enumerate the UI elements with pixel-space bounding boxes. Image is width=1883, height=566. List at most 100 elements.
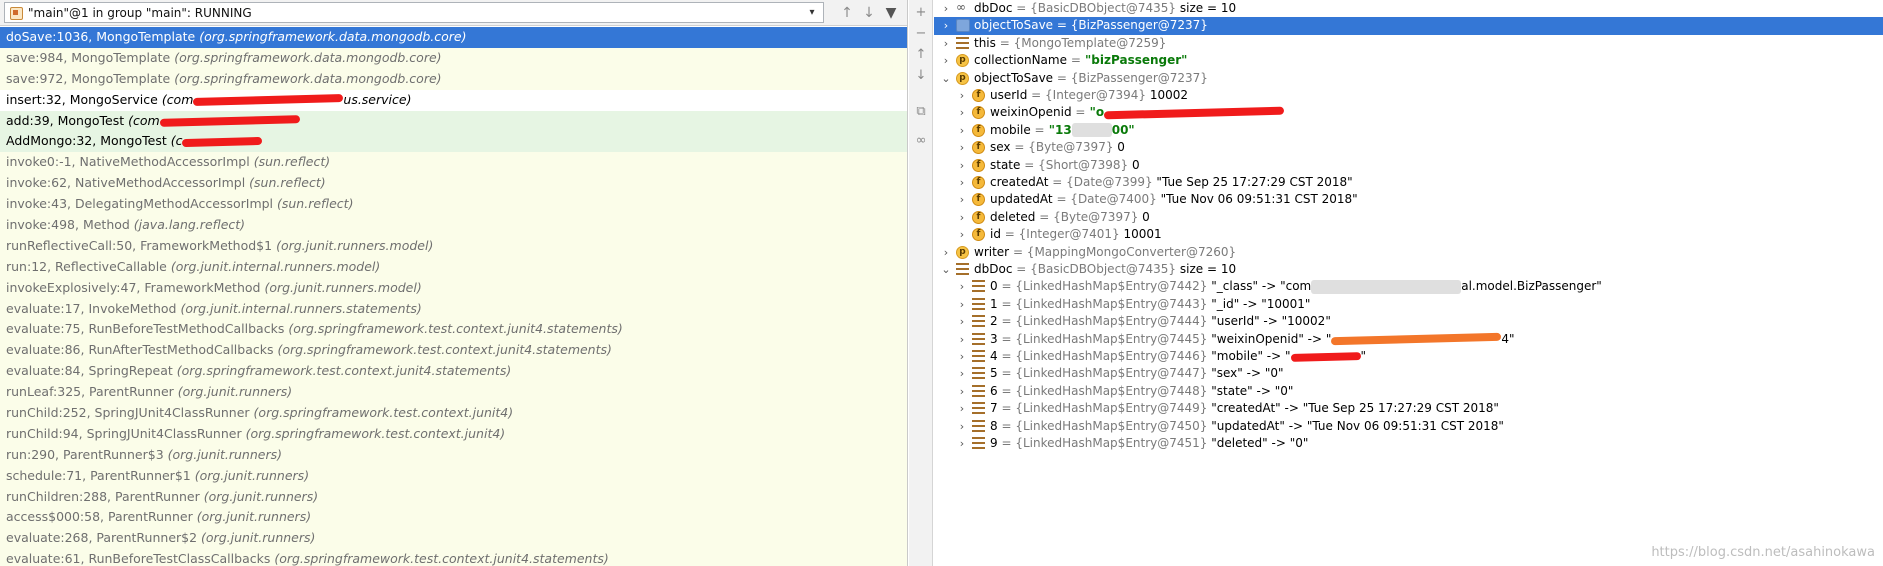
variable-row[interactable]: › 2 = {LinkedHashMap$Entry@7444} "userId"… xyxy=(934,313,1883,330)
frame-package: (org.junit.internal.runners.statements) xyxy=(180,300,422,316)
glasses-icon[interactable]: ∞ xyxy=(912,132,930,150)
list-icon xyxy=(956,263,969,276)
stack-frame[interactable]: run:12, ReflectiveCallable (org.junit.in… xyxy=(0,256,907,278)
frame-method: invoke0:-1, NativeMethodAccessorImpl xyxy=(6,154,254,170)
frame-package: (org.junit.runners) xyxy=(194,467,310,483)
list-icon xyxy=(972,437,985,450)
stack-frame[interactable]: evaluate:75, RunBeforeTestMethodCallback… xyxy=(0,319,907,341)
variable-row[interactable]: › ∞ dbDoc = {BasicDBObject@7435} size = 10 xyxy=(934,0,1883,17)
variable-name: 6 xyxy=(990,383,998,398)
stack-frame[interactable]: runChild:94, SpringJUnit4ClassRunner (or… xyxy=(0,423,907,445)
variable-row[interactable]: › 6 = {LinkedHashMap$Entry@7448} "state" … xyxy=(934,383,1883,400)
variable-type: = {Integer@7401} xyxy=(1004,227,1120,242)
stack-frame[interactable]: save:984, MongoTemplate (org.springframe… xyxy=(0,47,907,69)
frame-method: invoke:43, DelegatingMethodAccessorImpl xyxy=(6,196,277,212)
variable-row[interactable]: › objectToSave = {BizPassenger@7237} xyxy=(934,17,1883,35)
variable-name: 0 xyxy=(990,279,998,294)
stack-frame[interactable]: invoke:62, NativeMethodAccessorImpl (sun… xyxy=(0,173,907,195)
stack-frame[interactable]: evaluate:17, InvokeMethod (org.junit.int… xyxy=(0,298,907,320)
variable-row[interactable]: › 8 = {LinkedHashMap$Entry@7450} "updated… xyxy=(934,418,1883,435)
arrow-down-icon[interactable]: ↓ xyxy=(912,67,930,85)
variable-row[interactable]: › 4 = {LinkedHashMap$Entry@7446} "mobile"… xyxy=(934,348,1883,365)
arrow-up-icon[interactable]: ↑ xyxy=(838,4,856,22)
frame-package: (sun.reflect) xyxy=(253,154,331,170)
stack-frame[interactable]: insert:32, MongoService (com us.service) xyxy=(0,89,907,111)
field-icon: f xyxy=(972,106,985,120)
arrow-up-icon[interactable]: ↑ xyxy=(912,46,930,64)
variable-text: dbDoc = {BasicDBObject@7435} size = 10 xyxy=(974,0,1236,17)
variable-row[interactable]: › p collectionName = "bizPassenger" xyxy=(934,52,1883,69)
stack-frame[interactable]: schedule:71, ParentRunner$1 (org.junit.r… xyxy=(0,465,907,487)
variable-row[interactable]: › f weixinOpenid = "o xyxy=(934,104,1883,121)
thread-selector[interactable]: "main"@1 in group "main": RUNNING ▾ xyxy=(4,2,824,23)
variable-row[interactable]: › f mobile = "13 00" xyxy=(934,122,1883,139)
plus-icon[interactable]: + xyxy=(912,4,930,22)
variable-row[interactable]: ⌄ dbDoc = {BasicDBObject@7435} size = 10 xyxy=(934,261,1883,278)
field-icon: f xyxy=(972,210,985,224)
parameter-icon: p xyxy=(956,54,969,68)
variable-type: = {LinkedHashMap$Entry@7448} xyxy=(1001,383,1208,398)
variable-row[interactable]: › 9 = {LinkedHashMap$Entry@7451} "deleted… xyxy=(934,435,1883,452)
variable-value: 10001 xyxy=(1119,227,1162,242)
variable-name: mobile xyxy=(990,122,1031,137)
variable-row[interactable]: › 7 = {LinkedHashMap$Entry@7449} "created… xyxy=(934,400,1883,417)
variable-name: collectionName xyxy=(974,53,1067,68)
variable-row[interactable]: › f state = {Short@7398} 0 xyxy=(934,157,1883,174)
field-icon: f xyxy=(972,141,985,155)
frame-method: invoke:498, Method xyxy=(6,217,134,233)
variable-name: 3 xyxy=(990,331,998,346)
variable-value: "weixinOpenid" -> " xyxy=(1207,331,1332,346)
stack-frame[interactable]: run:290, ParentRunner$3 (org.junit.runne… xyxy=(0,444,907,466)
stack-frame[interactable]: invoke0:-1, NativeMethodAccessorImpl (su… xyxy=(0,152,907,174)
stack-frame[interactable]: evaluate:86, RunAfterTestMethodCallbacks… xyxy=(0,340,907,362)
frame-package-tail: us.service) xyxy=(343,91,412,107)
stack-frame[interactable]: evaluate:61, RunBeforeTestClassCallbacks… xyxy=(0,549,907,566)
filter-icon[interactable]: ▼ xyxy=(882,4,900,22)
stack-frame[interactable]: runChildren:288, ParentRunner (org.junit… xyxy=(0,486,907,508)
variable-text: 3 = {LinkedHashMap$Entry@7445} "weixinOp… xyxy=(990,331,1515,348)
stack-frame[interactable]: invoke:43, DelegatingMethodAccessorImpl … xyxy=(0,194,907,216)
variable-text: sex = {Byte@7397} 0 xyxy=(990,139,1125,156)
stack-frame[interactable]: evaluate:268, ParentRunner$2 (org.junit.… xyxy=(0,528,907,550)
chevron-down-icon[interactable]: ▾ xyxy=(805,5,819,20)
copy-icon[interactable]: ⧉ xyxy=(912,103,930,121)
variable-name: updatedAt xyxy=(990,192,1053,207)
variable-row[interactable]: › f id = {Integer@7401} 10001 xyxy=(934,226,1883,243)
variable-row[interactable]: › f createdAt = {Date@7399} "Tue Sep 25 17… xyxy=(934,174,1883,191)
frame-package: (org.junit.runners) xyxy=(167,446,282,462)
stack-frame[interactable]: invoke:498, Method (java.lang.reflect) xyxy=(0,215,907,236)
stack-frame[interactable]: add:39, MongoTest (com xyxy=(0,110,907,132)
list-icon xyxy=(972,402,985,416)
collapsed-arrow-icon[interactable]: › xyxy=(956,435,968,455)
variable-row[interactable]: › f userId = {Integer@7394} 10002 xyxy=(934,87,1883,104)
variable-row[interactable]: › p writer = {MappingMongoConverter@7260} xyxy=(934,244,1883,261)
stack-frame[interactable]: runReflectiveCall:50, FrameworkMethod$1 … xyxy=(0,235,907,257)
minus-icon[interactable]: − xyxy=(912,25,930,43)
variable-row[interactable]: › 0 = {LinkedHashMap$Entry@7442} "_class"… xyxy=(934,278,1883,295)
variable-row[interactable]: › f deleted = {Byte@7397} 0 xyxy=(934,209,1883,226)
variable-string-tail: 00" xyxy=(1111,122,1135,137)
arrow-down-icon[interactable]: ↓ xyxy=(860,4,878,22)
stack-frame[interactable]: evaluate:84, SpringRepeat (org.springfra… xyxy=(0,361,907,383)
frame-package: (org.springframework.test.context.junit4… xyxy=(274,551,609,566)
variable-name: 2 xyxy=(990,314,998,329)
stack-frame[interactable]: doSave:1036, MongoTemplate (org.springfr… xyxy=(0,27,907,48)
variable-row[interactable]: › 5 = {LinkedHashMap$Entry@7447} "sex" ->… xyxy=(934,365,1883,382)
stack-frame[interactable]: invokeExplosively:47, FrameworkMethod (o… xyxy=(0,277,907,299)
variable-row[interactable]: › f sex = {Byte@7397} 0 xyxy=(934,139,1883,156)
stack-frame[interactable]: save:972, MongoTemplate (org.springframe… xyxy=(0,68,907,90)
stack-frame[interactable]: runLeaf:325, ParentRunner (org.junit.run… xyxy=(0,382,907,404)
frame-package: (org.springframework.test.context.junit4… xyxy=(176,363,512,379)
variable-type: = {LinkedHashMap$Entry@7447} xyxy=(1001,366,1208,381)
variable-row[interactable]: › this = {MongoTemplate@7259} xyxy=(934,35,1883,52)
variable-row[interactable]: › f updatedAt = {Date@7400} "Tue Nov 06 09… xyxy=(934,191,1883,208)
stack-frame[interactable]: access$000:58, ParentRunner (org.junit.r… xyxy=(0,507,907,529)
parameter-icon: p xyxy=(956,71,969,85)
stack-frame[interactable]: AddMongo:32, MongoTest (c xyxy=(0,131,907,153)
stack-frame[interactable]: runChild:252, SpringJUnit4ClassRunner (o… xyxy=(0,403,907,424)
variable-row[interactable]: › 3 = {LinkedHashMap$Entry@7445} "weixinO… xyxy=(934,331,1883,348)
variable-row[interactable]: › 1 = {LinkedHashMap$Entry@7443} "_id" ->… xyxy=(934,296,1883,313)
list-icon xyxy=(972,350,985,363)
variable-text: dbDoc = {BasicDBObject@7435} size = 10 xyxy=(974,261,1236,278)
variable-row[interactable]: ⌄ p objectToSave = {BizPassenger@7237} xyxy=(934,70,1883,87)
